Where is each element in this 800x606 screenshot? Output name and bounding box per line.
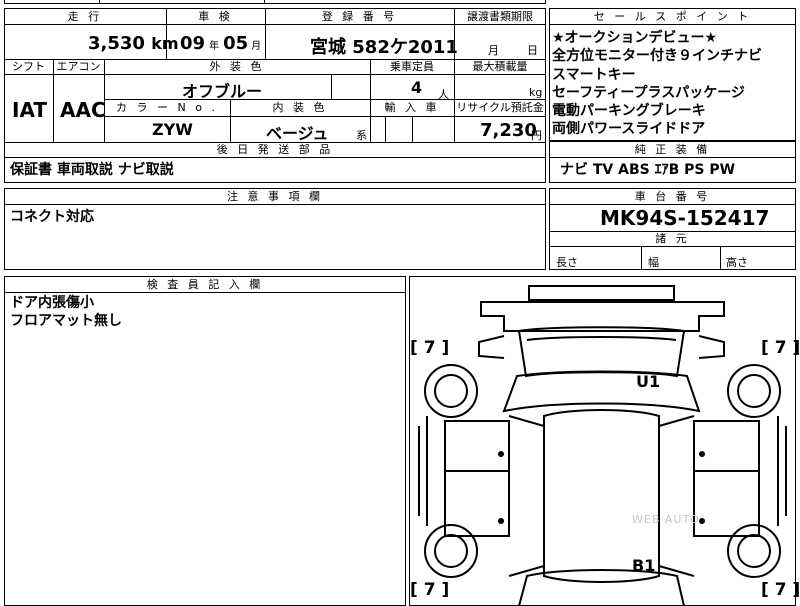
right-pillar: [658, 415, 695, 577]
registration-value: 宮城 582ケ2011: [310, 37, 458, 58]
wheel-rear-left: [424, 524, 478, 578]
count-bottom-right: [ 7 ]: [761, 580, 800, 600]
dimensions-label: 諸 元: [655, 232, 690, 245]
exterior-color-label: 外 装 色: [209, 60, 265, 73]
sales-point-item: セーフティープラスパッケージ: [552, 85, 745, 101]
recycle-fee-label: リサイクル預託金: [456, 101, 544, 114]
max-load-label: 最大積載量: [472, 60, 528, 73]
genuine-equipment-value: ナビ TV ABS ｴｱB PS PW: [560, 162, 736, 178]
chassis-number-value: MK94S-152417: [600, 206, 770, 230]
interior-color-value: ベージュ: [266, 124, 329, 143]
capacity-value: 4: [411, 78, 423, 97]
dimension-height-label: 高さ: [726, 256, 748, 269]
sales-point-item: 電動パーキングブレーキ: [552, 103, 706, 119]
import-label: 輸 入 車: [384, 101, 440, 114]
max-load-unit: kg: [529, 86, 543, 99]
recycle-fee-unit: 円: [531, 129, 542, 142]
capacity-unit: 人: [438, 88, 449, 101]
shift-label: シフト: [12, 60, 45, 73]
capacity-label: 乗車定員: [390, 60, 434, 73]
top-strip-cell-2: [99, 0, 265, 4]
left-pillar: [508, 415, 545, 577]
chassis-number-label: 車 台 番 号: [634, 190, 711, 203]
color-no-label: カ ラ ー N o .: [116, 101, 218, 114]
aircon-value: AAC: [60, 98, 106, 122]
inspection-label: 車 検: [198, 10, 233, 23]
damage-mark-u1: U1: [636, 372, 661, 391]
registration-label: 登 録 番 号: [321, 10, 398, 23]
interior-color-suffix: 系: [356, 129, 367, 142]
deadline-month-unit: 月: [488, 44, 499, 57]
count-bottom-left: [ 7 ]: [410, 580, 450, 600]
color-no-value: ZYW: [152, 120, 193, 139]
sales-point-item: 全方位モニター付き９インチナビ: [552, 48, 762, 64]
top-strip-cell-3: [264, 0, 546, 4]
sales-point-item: スマートキー: [552, 67, 636, 83]
mileage-value: 3,530 km: [88, 33, 179, 54]
vehicle-diagram: [418, 285, 787, 606]
left-mirror: [478, 335, 505, 359]
right-mirror: [698, 335, 725, 359]
hood-outline: [502, 370, 701, 413]
shift-value: IAT: [12, 98, 48, 122]
notes-label: 注 意 事 項 欄: [227, 190, 323, 203]
notes-value: コネクト対応: [10, 209, 94, 225]
later-parts-value: 保証書 車両取説 ナビ取説: [10, 162, 174, 178]
sales-point-item: 両側パワースライドドア: [552, 121, 706, 137]
exterior-color-value: オフブルー: [182, 82, 263, 101]
genuine-equipment-label: 純 正 装 備: [634, 143, 711, 156]
aircon-label: エアコン: [56, 60, 101, 73]
inspection-value: 09 年 05 月: [180, 33, 262, 54]
dimension-width-label: 幅: [648, 256, 659, 269]
top-strip-cell-1: [4, 0, 100, 4]
transfer-deadline-label: 譲渡書類期限: [467, 10, 533, 23]
windshield-inner: [526, 336, 677, 341]
inspector-note-line: フロアマット無し: [10, 313, 122, 329]
recycle-fee-value: 7,230: [480, 120, 537, 141]
right-front-door: [693, 420, 760, 472]
damage-mark-b1: B1: [632, 556, 656, 575]
sales-points-label: セ ー ル ス ポ イ ン ト: [593, 10, 752, 23]
count-top-right: [ 7 ]: [761, 338, 800, 358]
inspector-notes-label: 検 査 員 記 入 欄: [146, 278, 264, 291]
roof-outline: [528, 285, 675, 301]
later-parts-label: 後 日 発 送 部 品: [216, 143, 334, 156]
interior-color-label: 内 装 色: [272, 101, 328, 114]
watermark: WEB AUTO: [632, 513, 700, 526]
dimension-length-label: 長さ: [556, 256, 578, 269]
sales-point-item: ★オークションデビュー★: [552, 30, 718, 46]
wheel-front-right: [727, 364, 781, 418]
wheel-rear-right: [727, 524, 781, 578]
left-front-door: [444, 420, 510, 472]
mileage-label: 走 行: [67, 10, 103, 23]
wheel-front-left: [424, 364, 478, 418]
count-top-left: [ 7 ]: [410, 338, 450, 358]
deadline-day-unit: 日: [527, 44, 538, 57]
inspector-note-line: ドア内張傷小: [10, 295, 94, 311]
windshield-outline: [517, 326, 686, 378]
